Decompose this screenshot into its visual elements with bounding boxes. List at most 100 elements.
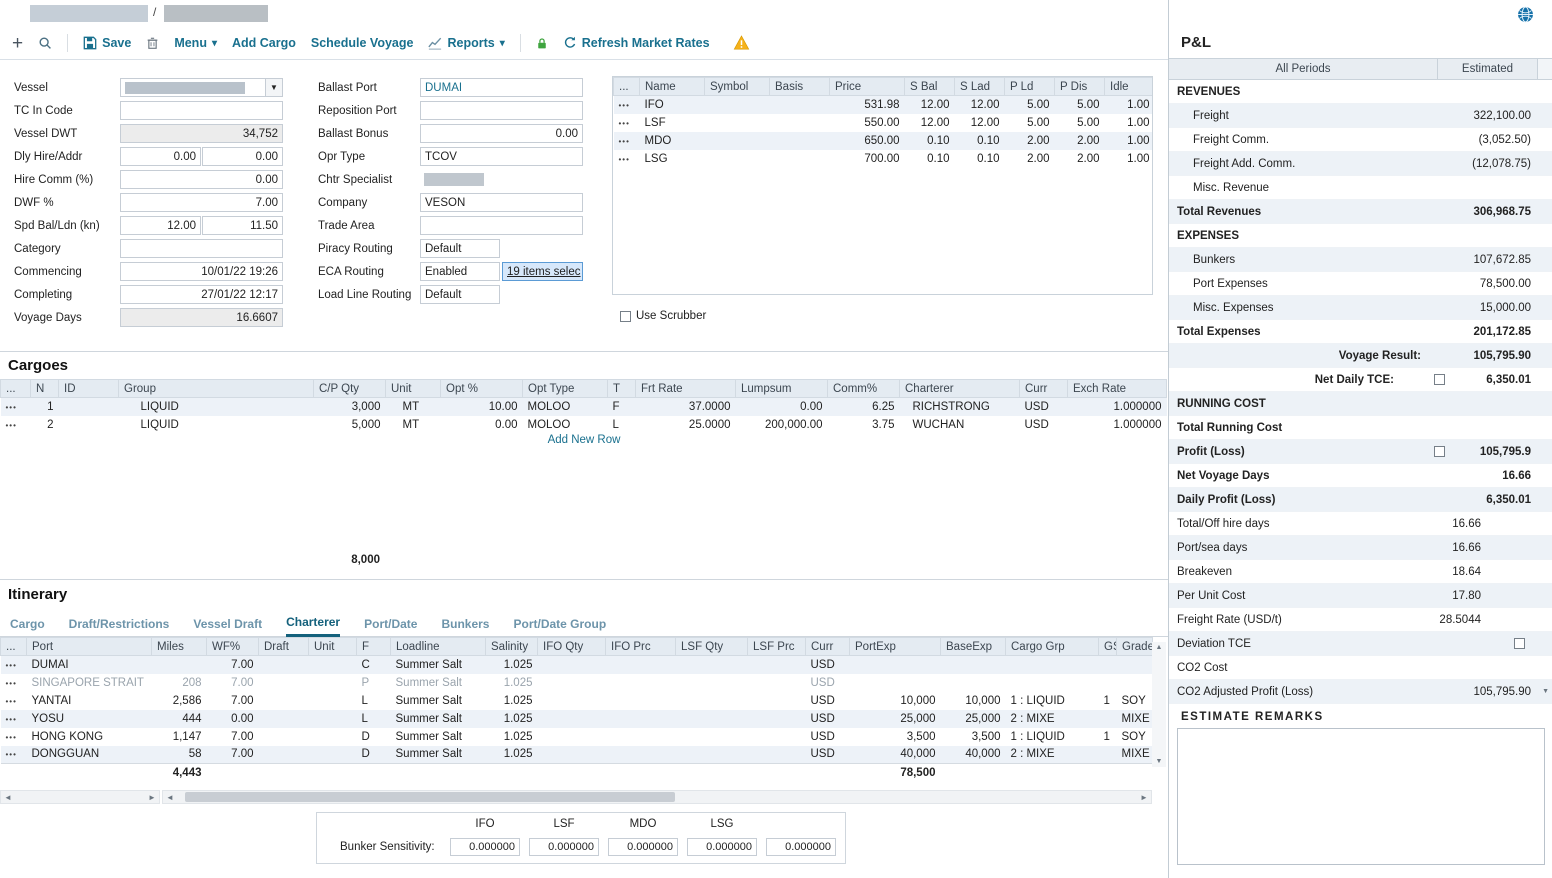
lock-button[interactable]: [536, 36, 548, 51]
refresh-market-rates-button[interactable]: Refresh Market Rates: [563, 36, 710, 50]
cell-miles[interactable]: [152, 656, 207, 674]
cell-curr[interactable]: USD: [806, 674, 850, 692]
cell-f[interactable]: D: [357, 728, 391, 746]
profit-loss-checkbox[interactable]: [1434, 446, 1445, 457]
cell-cargo-grp[interactable]: [1006, 656, 1099, 674]
cell-curr[interactable]: USD: [806, 746, 850, 764]
row-menu-icon[interactable]: •••: [619, 137, 630, 146]
cell-price[interactable]: 531.98: [830, 96, 905, 114]
cell-loadline[interactable]: Summer Salt: [391, 710, 486, 728]
cell-draft[interactable]: [259, 746, 309, 764]
cell-s-lad[interactable]: 0.10: [955, 132, 1005, 150]
cell-loadline[interactable]: Summer Salt: [391, 656, 486, 674]
cell-p-dis[interactable]: 5.00: [1055, 114, 1105, 132]
trade-area-field[interactable]: [420, 216, 583, 235]
cell-portexp[interactable]: [850, 656, 941, 674]
cell-wf[interactable]: 7.00: [207, 674, 259, 692]
cell-draft[interactable]: [259, 656, 309, 674]
row-menu-icon[interactable]: •••: [6, 733, 17, 742]
cell-curr[interactable]: USD: [806, 692, 850, 710]
vessel-select[interactable]: ▼: [120, 78, 283, 97]
category-field[interactable]: [120, 239, 283, 258]
cell-grade[interactable]: MIXE: [1117, 710, 1153, 728]
cell-f[interactable]: C: [357, 656, 391, 674]
cell-ifo-qty[interactable]: [538, 746, 606, 764]
cell-grade[interactable]: MIXE: [1117, 746, 1153, 764]
cell-baseexp[interactable]: [941, 674, 1006, 692]
cell-id[interactable]: [59, 416, 119, 434]
cell-symbol[interactable]: [705, 114, 770, 132]
cell-grade[interactable]: SOY: [1117, 692, 1153, 710]
cell-portexp[interactable]: [850, 674, 941, 692]
sens-field-mdo[interactable]: 0.000000: [608, 838, 678, 856]
cell-curr[interactable]: USD: [806, 728, 850, 746]
cell-salinity[interactable]: 1.025: [486, 674, 538, 692]
cell-salinity[interactable]: 1.025: [486, 728, 538, 746]
cell-f[interactable]: D: [357, 746, 391, 764]
cell-price[interactable]: 700.00: [830, 150, 905, 168]
spd-bal-field[interactable]: 12.00: [120, 216, 201, 235]
cell-loadline[interactable]: Summer Salt: [391, 674, 486, 692]
cell-cargo-grp[interactable]: 1 : LIQUID: [1006, 692, 1099, 710]
row-menu-icon[interactable]: •••: [6, 679, 17, 688]
tab-cargo[interactable]: Cargo: [10, 617, 45, 636]
ballast-bonus-field[interactable]: 0.00: [420, 124, 583, 143]
row-menu-icon[interactable]: •••: [6, 697, 17, 706]
cell-ifo-qty[interactable]: [538, 728, 606, 746]
cell-salinity[interactable]: 1.025: [486, 692, 538, 710]
tab-vessel-draft[interactable]: Vessel Draft: [193, 617, 262, 636]
cell-idle[interactable]: 1.00: [1105, 96, 1154, 114]
opr-type-field[interactable]: TCOV: [420, 147, 583, 166]
chtr-specialist-field[interactable]: [420, 170, 583, 189]
reports-button[interactable]: Reports ▾: [428, 36, 504, 50]
cell-draft[interactable]: [259, 692, 309, 710]
cell-wf[interactable]: 7.00: [207, 746, 259, 764]
cell-portexp[interactable]: 10,000: [850, 692, 941, 710]
cell-wf[interactable]: 7.00: [207, 656, 259, 674]
cell-s-lad[interactable]: 12.00: [955, 114, 1005, 132]
cell-basis[interactable]: [770, 114, 830, 132]
cell-lsf-prc[interactable]: [748, 710, 806, 728]
cell-gs[interactable]: [1099, 674, 1117, 692]
scroll-left-icon[interactable]: ◄: [163, 793, 177, 802]
cell-comm[interactable]: 6.25: [828, 398, 900, 416]
tab-port-date[interactable]: Port/Date: [364, 617, 417, 636]
cell-opt-pct[interactable]: 0.00: [441, 416, 523, 434]
cell-p-dis[interactable]: 2.00: [1055, 150, 1105, 168]
scroll-track[interactable]: [177, 791, 1137, 803]
cell-gs[interactable]: 1: [1099, 692, 1117, 710]
dly-hire-field[interactable]: 0.00: [120, 147, 201, 166]
cell-draft[interactable]: [259, 710, 309, 728]
cell-ifo-prc[interactable]: [606, 746, 676, 764]
addr-comm-field[interactable]: 0.00: [202, 147, 283, 166]
cell-loadline[interactable]: Summer Salt: [391, 746, 486, 764]
cell-p-dis[interactable]: 5.00: [1055, 96, 1105, 114]
row-menu-icon[interactable]: •••: [6, 403, 17, 412]
cell-idle[interactable]: 1.00: [1105, 132, 1154, 150]
cell-lsf-prc[interactable]: [748, 692, 806, 710]
cell-comm[interactable]: 3.75: [828, 416, 900, 434]
cell-gs[interactable]: [1099, 746, 1117, 764]
cell-idle[interactable]: 1.00: [1105, 150, 1154, 168]
cell-symbol[interactable]: [705, 96, 770, 114]
cell-portexp[interactable]: 40,000: [850, 746, 941, 764]
cell-charterer[interactable]: RICHSTRONG: [900, 398, 1020, 416]
cell-group[interactable]: LIQUID: [119, 398, 314, 416]
cell-port[interactable]: SINGAPORE STRAIT: [27, 674, 152, 692]
cell-curr[interactable]: USD: [1020, 398, 1068, 416]
cell-exch[interactable]: 1.000000: [1068, 416, 1167, 434]
cell-curr[interactable]: USD: [806, 656, 850, 674]
cell-grade[interactable]: [1117, 674, 1153, 692]
cell-curr[interactable]: USD: [806, 710, 850, 728]
cell-ifo-prc[interactable]: [606, 728, 676, 746]
cell-s-bal[interactable]: 12.00: [905, 96, 955, 114]
cell-lsf-qty[interactable]: [676, 710, 748, 728]
dwf-field[interactable]: 7.00: [120, 193, 283, 212]
company-field[interactable]: VESON: [420, 193, 583, 212]
cell-ifo-qty[interactable]: [538, 674, 606, 692]
cell-salinity[interactable]: 1.025: [486, 656, 538, 674]
cell-s-bal[interactable]: 0.10: [905, 132, 955, 150]
cell-miles[interactable]: 1,147: [152, 728, 207, 746]
save-button[interactable]: Save: [83, 36, 131, 50]
row-menu-icon[interactable]: •••: [6, 661, 17, 670]
